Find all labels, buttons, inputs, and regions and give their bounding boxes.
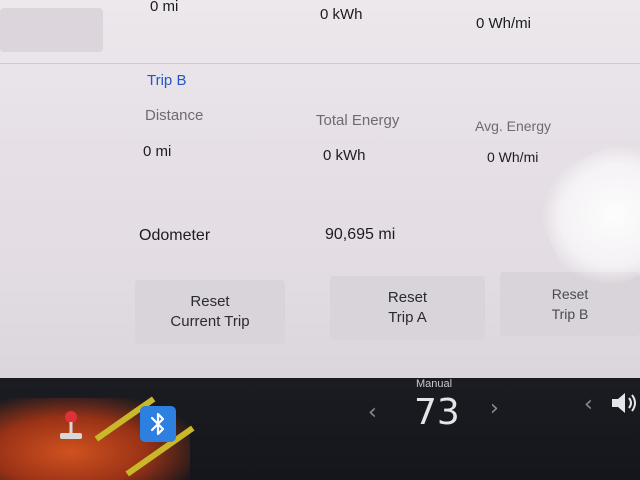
reset-trip-a-line2: Trip A — [388, 309, 427, 326]
trip-b-avg-energy-value: 0 Wh/mi — [487, 149, 539, 165]
temp-down-chevron-icon[interactable]: ‹ — [368, 400, 377, 425]
trip-b-title: Trip B — [147, 72, 187, 89]
reset-trip-b-line2: Trip B — [551, 306, 589, 322]
trip-a-total-energy-value: 0 kWh — [320, 6, 363, 23]
trip-b-distance-label: Distance — [145, 107, 204, 124]
joystick-icon[interactable] — [56, 408, 86, 444]
trip-a-distance-value: 0 mi — [150, 0, 179, 15]
reset-current-trip-line2: Current Trip — [170, 313, 250, 330]
taskbar: ‹ Manual 73 › ‹ — [0, 378, 640, 480]
trip-b-avg-energy-label: Avg. Energy — [475, 118, 552, 134]
volume-down-chevron-icon[interactable]: ‹ — [584, 392, 593, 417]
cabin-temperature[interactable]: 73 — [414, 392, 460, 433]
temp-up-chevron-icon[interactable]: › — [490, 396, 499, 421]
trip-a-avg-energy-value: 0 Wh/mi — [476, 15, 532, 32]
trip-b-total-energy-value: 0 kWh — [323, 147, 366, 164]
side-panel-block — [0, 8, 103, 52]
reset-current-trip-line1: Reset — [190, 293, 230, 310]
bluetooth-icon[interactable] — [140, 406, 176, 442]
reset-trip-a-button[interactable]: Reset Trip A — [330, 276, 485, 340]
trips-screen: 0 mi 0 kWh 0 Wh/mi Trip B Distance Total… — [0, 0, 640, 378]
volume-icon[interactable] — [610, 390, 640, 416]
trip-b-total-energy-label: Total Energy — [316, 112, 400, 129]
odometer-value: 90,695 mi — [325, 226, 396, 243]
section-divider — [0, 63, 640, 64]
reset-trip-a-line1: Reset — [387, 289, 428, 306]
climate-mode-label: Manual — [416, 378, 453, 390]
trip-b-distance-value: 0 mi — [143, 143, 172, 160]
odometer-label: Odometer — [139, 227, 211, 244]
reset-current-trip-button[interactable]: Reset Current Trip — [135, 280, 285, 344]
